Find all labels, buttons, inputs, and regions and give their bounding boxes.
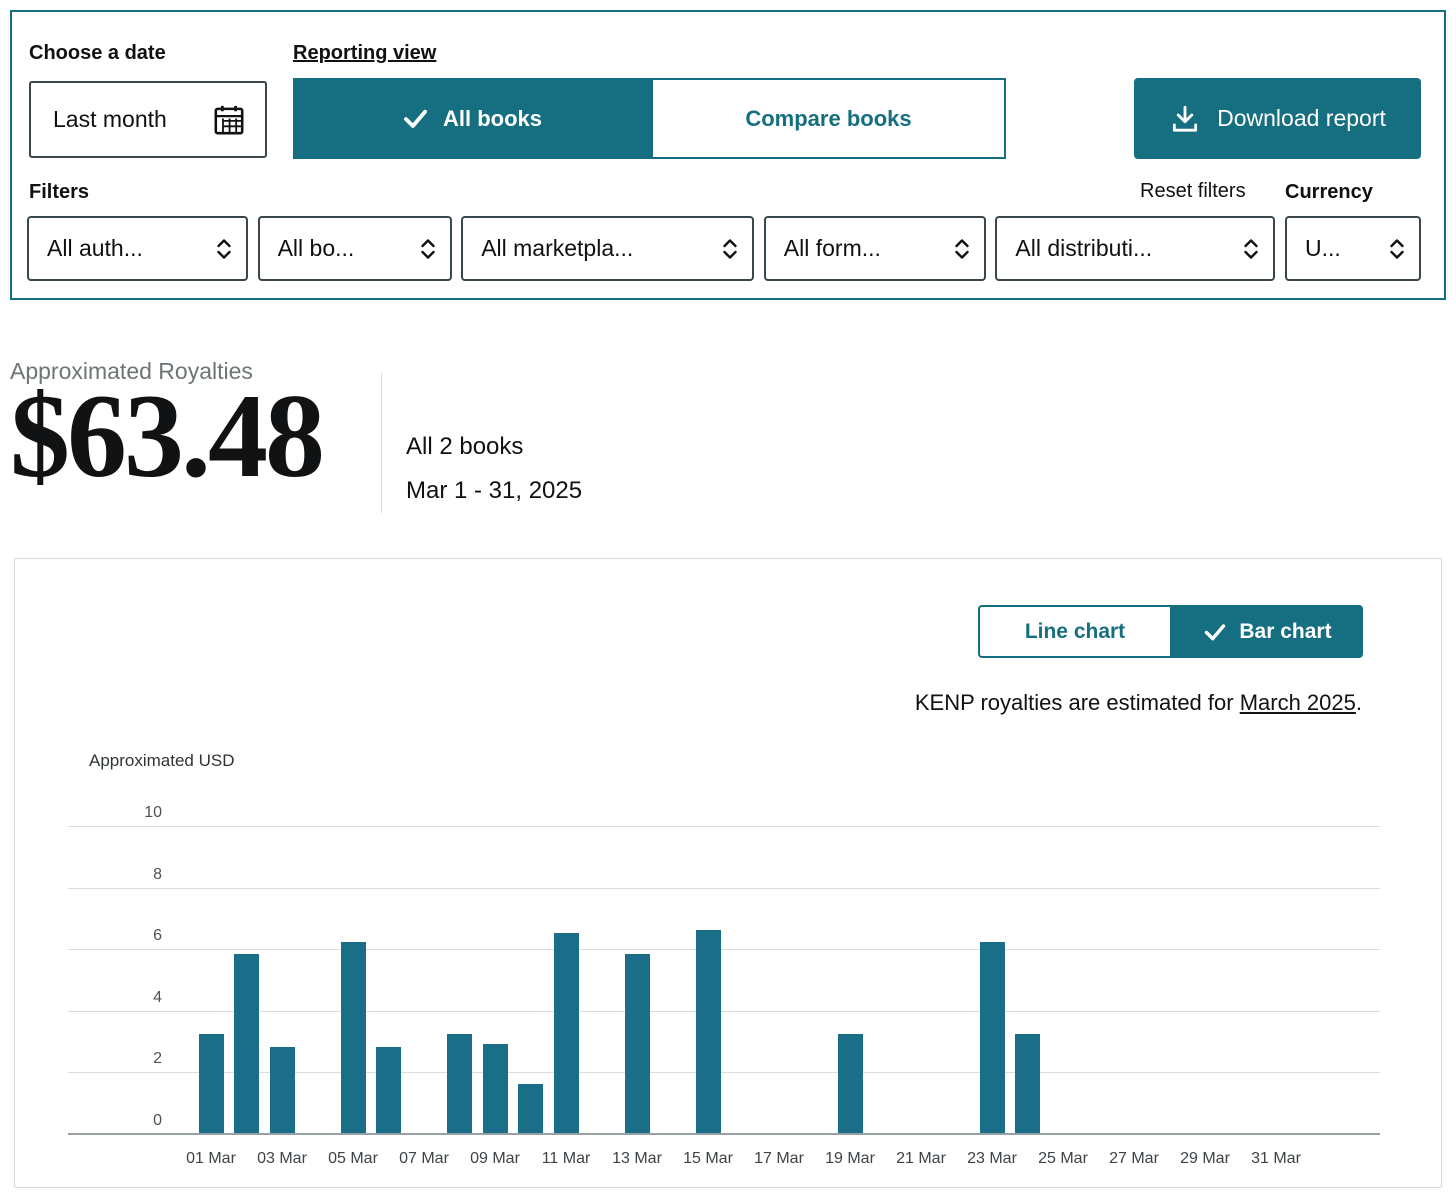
books-count: All 2 books (406, 433, 524, 460)
check-icon (404, 109, 427, 128)
reset-filters-link[interactable]: Reset filters (1140, 180, 1246, 203)
x-tick-label: 31 Mar (1251, 1150, 1301, 1167)
filter-dropdown-6[interactable]: U... (1284, 216, 1421, 281)
kenp-month-link[interactable]: March 2025 (1240, 690, 1356, 715)
bar-chart-tab[interactable]: Bar chart (1172, 605, 1363, 658)
download-report-label: Download report (1217, 105, 1386, 131)
check-icon (1205, 623, 1226, 640)
filter-dropdown-value: All marketpla... (481, 235, 634, 261)
updown-chevron-icon (1244, 238, 1259, 259)
x-tick-label: 25 Mar (1038, 1150, 1088, 1167)
gridline (68, 887, 1380, 889)
gridline (68, 826, 1380, 827)
updown-chevron-icon (420, 238, 435, 259)
x-tick-label: 21 Mar (896, 1150, 946, 1167)
filter-dropdown-4[interactable]: All form... (763, 216, 986, 281)
date-range-value: Last month (53, 106, 167, 132)
line-chart-label: Line chart (1024, 619, 1126, 643)
bar-01-mar[interactable] (198, 1034, 224, 1133)
y-tick-label: 8 (153, 865, 162, 883)
kenp-note-period: . (1355, 690, 1362, 715)
x-tick-label: 01 Mar (186, 1150, 236, 1167)
x-tick-label: 07 Mar (399, 1150, 449, 1167)
gridline (68, 949, 1380, 951)
date-range-button[interactable]: Last month (29, 81, 267, 158)
filter-dropdown-value: All auth... (47, 235, 143, 261)
updown-chevron-icon (955, 238, 969, 259)
bar-06-mar[interactable] (376, 1046, 401, 1133)
y-tick-label: 4 (153, 988, 162, 1006)
bar-11-mar[interactable] (553, 932, 579, 1133)
y-tick-label: 2 (153, 1050, 162, 1068)
x-tick-label: 13 Mar (612, 1150, 662, 1167)
x-tick-label: 11 Mar (541, 1150, 591, 1167)
filter-dropdown-value: All bo... (277, 235, 355, 261)
filter-dropdown-value: U... (1304, 235, 1341, 261)
kenp-note-text: KENP royalties are estimated for (914, 690, 1240, 715)
all-books-tab[interactable]: All books (293, 78, 651, 159)
x-tick-label: 27 Mar (1109, 1150, 1159, 1167)
calendar-icon (214, 105, 244, 134)
bar-08-mar[interactable] (447, 1034, 472, 1133)
gridline (68, 1072, 1380, 1074)
y-axis-title: Approximated USD (89, 751, 235, 770)
filters-label: Filters (29, 181, 90, 203)
royalties-amount: $63.48 (10, 369, 325, 502)
x-tick-label: 19 Mar (825, 1150, 875, 1167)
y-tick-label: 6 (153, 927, 162, 945)
reporting-view-toggle: All books Compare books (293, 78, 1006, 159)
gridline (68, 1010, 1380, 1012)
bar-24-mar[interactable] (1015, 1034, 1040, 1133)
date-period: Mar 1 - 31, 2025 (406, 477, 583, 504)
bar-05-mar[interactable] (340, 942, 366, 1133)
chart-plot: 0 2 4 6 8 10 01 Mar 03 Mar 05 Mar 07 Mar 09 Mar 11 … (68, 804, 1380, 1167)
x-tick-label: 03 Mar (257, 1150, 307, 1167)
chart-panel: Line chart Bar chart KENP royalties are … (14, 558, 1442, 1188)
bar-chart-label: Bar chart (1239, 619, 1332, 643)
bar-13-mar[interactable] (624, 954, 650, 1133)
x-tick-label: 17 Mar (754, 1150, 804, 1167)
x-tick-label: 23 Mar (967, 1150, 1017, 1167)
line-chart-tab[interactable]: Line chart (978, 605, 1172, 658)
reporting-view-label: Reporting view (293, 42, 437, 64)
x-tick-label: 05 Mar (328, 1150, 378, 1167)
y-tick-label: 10 (144, 804, 162, 821)
royalties-summary: Approximated Royalties $63.48 All 2 book… (0, 300, 1456, 558)
compare-books-tab[interactable]: Compare books (651, 78, 1006, 159)
bar-09-mar[interactable] (482, 1043, 508, 1133)
chart-type-toggle: Line chart Bar chart (978, 605, 1363, 658)
all-books-label: All books (442, 105, 542, 131)
summary-divider (381, 373, 382, 513)
x-tick-label: 29 Mar (1180, 1150, 1230, 1167)
download-report-button[interactable]: Download report (1134, 78, 1421, 159)
updown-chevron-icon (217, 238, 231, 259)
kenp-note: KENP royalties are estimated for March 2… (915, 690, 1362, 716)
report-controls-panel: Choose a date Reporting view Last month … (10, 10, 1446, 300)
filter-dropdown-3[interactable]: All marketpla... (461, 216, 755, 281)
compare-books-label: Compare books (745, 105, 912, 131)
filters-row: All auth... All bo... All marketpla... All … (27, 216, 1421, 281)
bar-23-mar[interactable] (979, 942, 1005, 1133)
filter-dropdown-1[interactable]: All auth... (27, 216, 248, 281)
bar-15-mar[interactable] (695, 929, 721, 1133)
bar-10-mar[interactable] (518, 1083, 543, 1133)
filter-dropdown-2[interactable]: All bo... (257, 216, 452, 281)
download-icon (1173, 105, 1198, 132)
choose-date-label: Choose a date (29, 42, 166, 64)
x-axis-line (68, 1133, 1380, 1135)
filter-dropdown-value: All distributi... (1015, 235, 1153, 261)
filter-dropdown-5[interactable]: All distributi... (995, 216, 1276, 281)
x-tick-label: 15 Mar (683, 1150, 733, 1167)
filter-dropdown-value: All form... (783, 235, 881, 261)
bar-19-mar[interactable] (837, 1034, 863, 1133)
bar-03-mar[interactable] (269, 1046, 295, 1133)
updown-chevron-icon (1390, 238, 1404, 259)
y-tick-label: 0 (153, 1112, 162, 1129)
updown-chevron-icon (723, 238, 737, 259)
bar-02-mar[interactable] (234, 954, 259, 1133)
currency-label: Currency (1285, 181, 1373, 203)
x-tick-label: 09 Mar (470, 1150, 520, 1167)
